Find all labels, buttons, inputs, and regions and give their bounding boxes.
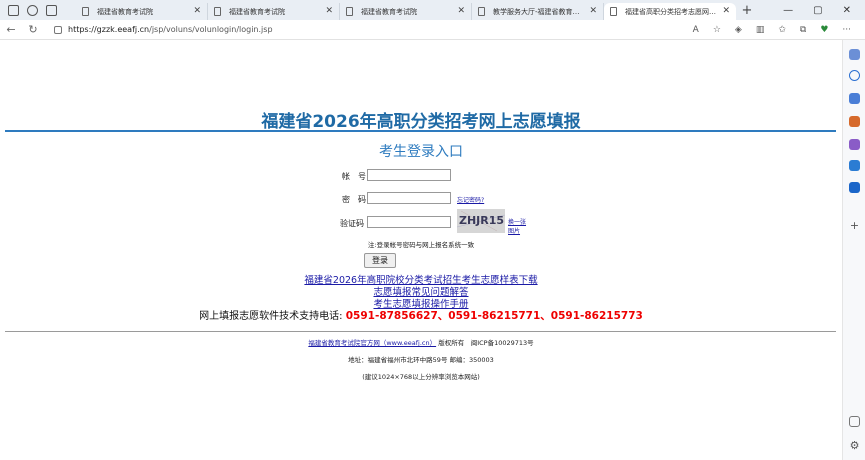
collections-icon[interactable]: ⧉	[800, 25, 806, 35]
tab-label: 福建省高职分类招考志愿网上填	[625, 7, 718, 16]
refresh-captcha-link[interactable]: 换一张	[508, 217, 526, 226]
footer-address: 地址：福建省福州市北环中路59号 邮编：350003	[348, 356, 494, 364]
captcha-label: 验证码	[340, 219, 364, 228]
outlook-icon[interactable]	[849, 182, 860, 193]
tab-strip: 福建省教育考试院 ✕ 福建省教育考试院 ✕ 福建省教育考试院 ✕ 教学服务大厅-…	[0, 0, 865, 20]
tab-3[interactable]: 福建省教育考试院 ✕	[340, 3, 472, 20]
search-icon[interactable]	[849, 70, 860, 81]
page-icon	[478, 7, 485, 16]
close-icon[interactable]: ✕	[722, 6, 730, 16]
copilot-icon[interactable]	[849, 49, 860, 60]
office-icon[interactable]	[849, 160, 860, 171]
page-icon	[610, 7, 617, 16]
tab-1[interactable]: 福建省教育考试院 ✕	[76, 3, 208, 20]
tag-icon[interactable]	[849, 93, 860, 104]
toolbar: A ☆ ◈ ▥ ✩ ⧉ ♥ ···	[693, 25, 865, 35]
extensions-icon[interactable]: ◈	[735, 25, 742, 35]
tab-label: 福建省教育考试院	[229, 7, 285, 16]
tab-label: 福建省教育考试院	[97, 7, 153, 16]
login-subtitle: 考生登录入口	[379, 144, 463, 160]
close-icon[interactable]: ✕	[457, 6, 465, 16]
captcha-image[interactable]: ZHJR15	[456, 209, 506, 233]
support-phones: 0591-87856627、0591-86215771、0591-8621577…	[345, 310, 643, 322]
tab-4[interactable]: 教学服务大厅-福建省教育考试院 ✕	[472, 3, 604, 20]
more-icon[interactable]: ···	[842, 25, 851, 35]
read-aloud-icon[interactable]: A	[693, 25, 699, 35]
favorite-star-icon[interactable]: ☆	[713, 25, 721, 35]
split-screen-icon[interactable]: ▥	[756, 25, 765, 35]
favorites-icon[interactable]: ✩	[778, 25, 786, 35]
settings-gear-icon[interactable]: ⚙	[849, 440, 860, 451]
footer-tip: (建议1024×768以上分辨率浏览本网站)	[362, 373, 480, 381]
login-note: 注:登录帐号密码与网上报名系统一致	[367, 241, 475, 249]
browser-essentials-icon[interactable]: ♥	[820, 25, 828, 35]
workspaces-icon[interactable]	[27, 4, 38, 16]
profile-icon[interactable]	[8, 4, 19, 16]
new-tab-button[interactable]: +	[736, 3, 758, 18]
games-icon[interactable]	[849, 139, 860, 150]
back-icon[interactable]: ←	[0, 23, 22, 36]
split-icon[interactable]	[849, 416, 860, 427]
account-label: 帐 号	[342, 172, 366, 181]
page-icon	[346, 7, 353, 16]
support-label: 网上填报志愿软件技术支持电话:	[199, 311, 343, 322]
window-controls-left	[0, 4, 76, 16]
tab-label: 教学服务大厅-福建省教育考试院	[493, 7, 585, 16]
page-icon	[82, 7, 89, 16]
close-window-icon[interactable]: ✕	[843, 5, 851, 16]
login-button[interactable]: 登录	[364, 253, 396, 268]
account-input[interactable]	[367, 169, 451, 181]
support-line: 网上填报志愿软件技术支持电话: 0591-87856627、0591-86215…	[0, 307, 842, 323]
footer-divider	[5, 331, 836, 332]
add-icon[interactable]: +	[849, 220, 860, 231]
close-icon[interactable]: ✕	[325, 6, 333, 16]
page-title: 福建省2026年高职分类招考网上志愿填报	[261, 112, 581, 132]
url-field[interactable]: https://gzzk.eeafj.cn/jsp/voluns/volunlo…	[54, 25, 273, 34]
edge-sidebar: + ⚙	[842, 40, 865, 460]
maximize-icon[interactable]: ▢	[813, 5, 822, 16]
page-icon	[214, 7, 221, 16]
close-icon[interactable]: ✕	[589, 6, 597, 16]
tools-icon[interactable]	[849, 116, 860, 127]
address-bar: ← ↻ https://gzzk.eeafj.cn/jsp/voluns/vol…	[0, 20, 865, 40]
close-icon[interactable]: ✕	[193, 6, 201, 16]
captcha-input[interactable]	[367, 216, 451, 228]
tab-2[interactable]: 福建省教育考试院 ✕	[208, 3, 340, 20]
lock-icon[interactable]	[54, 25, 62, 34]
refresh-captcha-link-line2[interactable]: 图片	[508, 226, 520, 235]
window-controls: — ▢ ✕	[783, 5, 865, 16]
refresh-icon[interactable]: ↻	[22, 23, 44, 36]
url-host: https://gzzk.eeafj.cn	[68, 25, 150, 34]
login-page: 福建省2026年高职分类招考网上志愿填报 考生登录入口 帐 号 密 码 忘记密码…	[0, 41, 842, 460]
password-input[interactable]	[367, 192, 451, 204]
official-site-link[interactable]: 福建省教育考试院官方网（www.eeafj.cn）	[308, 339, 436, 347]
minimize-icon[interactable]: —	[783, 5, 793, 16]
footer-site-line: 福建省教育考试院官方网（www.eeafj.cn） 版权所有 闽ICP备1002…	[0, 337, 842, 347]
tab-label: 福建省教育考试院	[361, 7, 417, 16]
tab-actions-icon[interactable]	[46, 4, 57, 16]
url-path: /jsp/voluns/volunlogin/login.jsp	[149, 25, 273, 34]
captcha-text: ZHJR15	[459, 214, 504, 227]
forgot-password-link[interactable]: 忘记密码?	[457, 195, 484, 204]
tab-5-active[interactable]: 福建省高职分类招考志愿网上填 ✕	[604, 3, 736, 20]
title-divider	[5, 130, 836, 132]
footer-rights: 版权所有 闽ICP备10029713号	[438, 339, 534, 347]
password-label: 密 码	[342, 195, 366, 204]
